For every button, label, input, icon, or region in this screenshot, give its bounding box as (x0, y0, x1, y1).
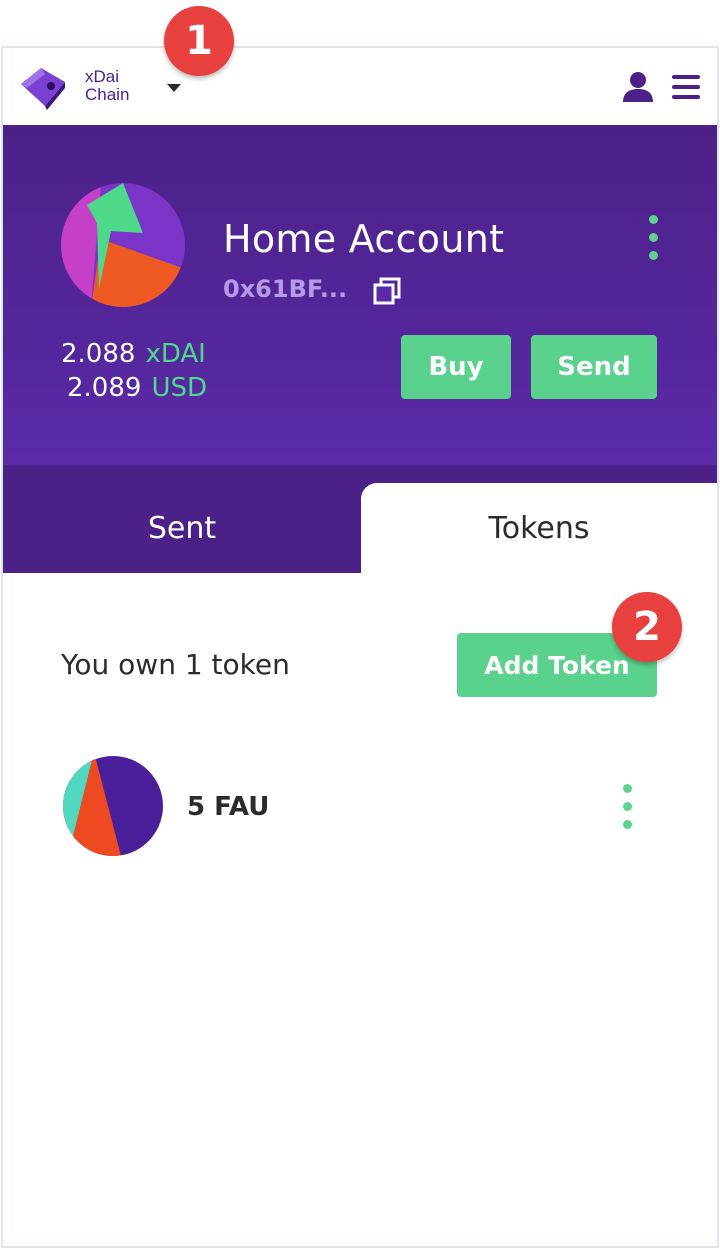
token-list-item[interactable]: 5 FAU (61, 754, 661, 858)
account-card: Home Account 0x61BF... 2.088 xDAI 2.089 … (3, 125, 717, 465)
account-address: 0x61BF... (223, 275, 348, 303)
menu-icon[interactable] (670, 72, 702, 102)
step-badge-1: 1 (164, 6, 234, 76)
tab-tokens[interactable]: Tokens (361, 483, 717, 573)
wallet-logo-icon (21, 68, 65, 110)
account-name: Home Account (223, 217, 505, 261)
balance-unit: xDAI (145, 339, 206, 369)
token-avatar (63, 756, 163, 856)
usd-amount: 2.089 (67, 373, 142, 403)
send-button[interactable]: Send (531, 335, 657, 399)
token-options-kebab-icon[interactable] (621, 784, 633, 832)
account-icon[interactable] (621, 70, 655, 104)
network-name[interactable]: xDai Chain (85, 68, 155, 104)
tab-sent[interactable]: Sent (3, 483, 361, 573)
header: xDai Chain (3, 48, 717, 125)
usd-unit: USD (151, 373, 207, 403)
copy-icon[interactable] (371, 275, 403, 307)
token-label: 5 FAU (187, 792, 270, 822)
caret-down-icon[interactable] (165, 82, 183, 94)
tab-bar: Sent Tokens (3, 465, 717, 573)
balance-display: 2.088 xDAI 2.089 USD (61, 337, 207, 405)
owned-tokens-text: You own 1 token (61, 648, 290, 681)
balance-amount: 2.088 (61, 339, 136, 369)
buy-button[interactable]: Buy (401, 335, 511, 399)
account-options-kebab-icon[interactable] (647, 215, 659, 263)
wallet-frame: xDai Chain Home Account 0x61BF... 2.088 … (1, 46, 719, 1248)
account-avatar (61, 183, 185, 307)
step-badge-2: 2 (612, 592, 682, 662)
